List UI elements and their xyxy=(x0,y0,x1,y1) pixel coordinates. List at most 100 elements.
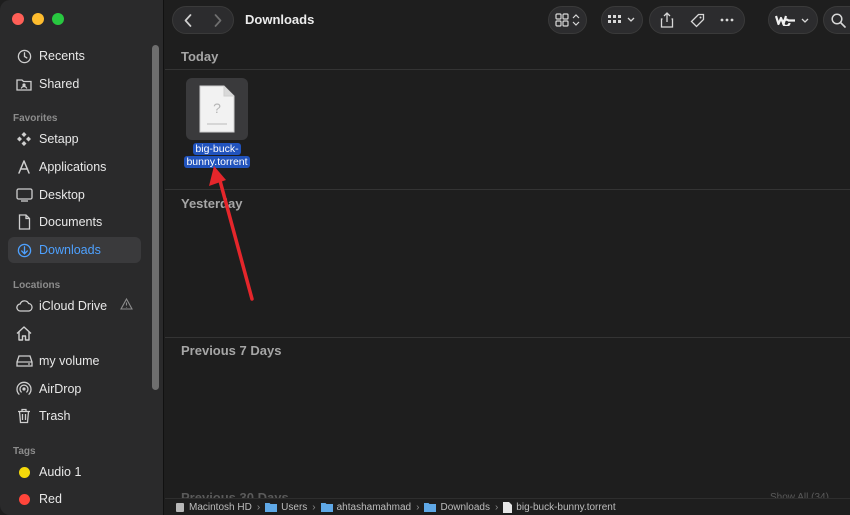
back-button[interactable] xyxy=(173,7,203,33)
sidebar-item-label: Setapp xyxy=(39,132,79,146)
sidebar-item-icloud-drive[interactable]: iCloud Drive xyxy=(8,293,141,319)
path-crumb-downloads[interactable]: Downloads xyxy=(424,501,490,513)
svg-text:?: ? xyxy=(213,100,221,116)
sidebar: Recents Shared Favorites Setapp Applicat… xyxy=(0,0,164,515)
path-crumb-users[interactable]: Users xyxy=(265,502,307,513)
tags-section-label: Tags xyxy=(13,446,36,457)
ellipsis-icon xyxy=(720,18,734,22)
yellow-tag-icon xyxy=(18,466,30,478)
share-icon xyxy=(660,12,674,28)
search-icon xyxy=(831,12,846,28)
crumb-label: Users xyxy=(281,501,308,513)
crumb-label: big-buck-bunny.torrent xyxy=(516,501,616,513)
zoom-window-button[interactable] xyxy=(52,13,64,25)
file-name[interactable]: big-buck- bunny.torrent xyxy=(180,143,254,169)
shared-folder-icon xyxy=(15,75,33,93)
sidebar-item-desktop[interactable]: Desktop xyxy=(8,182,141,208)
close-window-button[interactable] xyxy=(12,13,24,25)
sidebar-tag-red[interactable]: Red xyxy=(8,486,141,512)
divider xyxy=(165,189,850,190)
file-browser-content: Today ? big-buck- bunny.torrent Yesterda… xyxy=(165,40,850,505)
sidebar-item-setapp[interactable]: Setapp xyxy=(8,126,141,152)
tag-icon xyxy=(690,13,704,27)
toolbar: Downloads xyxy=(165,0,850,40)
trash-icon xyxy=(15,407,33,425)
folder-icon xyxy=(320,502,333,512)
crumb-label: Macintosh HD xyxy=(189,501,252,513)
divider xyxy=(165,337,850,338)
sidebar-item-label: Desktop xyxy=(39,188,85,202)
cloud-icon xyxy=(15,297,33,315)
share-button[interactable] xyxy=(652,7,682,33)
sidebar-item-downloads[interactable]: Downloads xyxy=(8,237,141,263)
window-title: Downloads xyxy=(245,12,315,27)
sidebar-item-label: iCloud Drive xyxy=(39,299,108,313)
navigation-group xyxy=(172,6,234,34)
tag-color-dot xyxy=(15,463,33,481)
generic-document-icon: ? xyxy=(199,85,235,133)
crumb-label: ahtashamahmad xyxy=(336,501,412,513)
locations-section-label: Locations xyxy=(13,280,61,291)
file-icon xyxy=(503,501,513,513)
path-crumb-macintosh-hd[interactable]: Macintosh HD xyxy=(175,502,252,513)
clock-icon xyxy=(15,47,33,65)
crumb-label: Downloads xyxy=(440,501,490,513)
document-icon xyxy=(15,213,33,231)
search-button[interactable] xyxy=(823,6,850,34)
view-mode-button[interactable] xyxy=(548,6,587,34)
finder-window: Recents Shared Favorites Setapp Applicat… xyxy=(0,0,850,515)
hard-drive-icon xyxy=(175,502,185,513)
sidebar-item-documents[interactable]: Documents xyxy=(8,209,141,235)
drive-icon xyxy=(15,352,33,370)
sidebar-item-label: Applications xyxy=(39,160,107,174)
sidebar-item-label: Downloads xyxy=(39,243,101,257)
sidebar-item-airdrop[interactable]: AirDrop xyxy=(8,376,141,402)
desktop-icon xyxy=(15,186,33,204)
sidebar-scrollbar[interactable] xyxy=(152,45,159,390)
red-tag-icon xyxy=(18,493,30,505)
warning-icon xyxy=(120,297,133,313)
sidebar-item-label: Documents xyxy=(39,215,103,229)
file-name-line: bunny.torrent xyxy=(184,156,250,168)
path-crumb-file[interactable]: big-buck-bunny.torrent xyxy=(503,501,616,513)
path-bar: Macintosh HD › Users › ahtashamahmad › D… xyxy=(165,498,850,515)
sidebar-item-shared[interactable]: Shared xyxy=(8,71,141,97)
downloads-icon xyxy=(15,241,33,259)
file-thumbnail: ? xyxy=(186,78,248,140)
folder-icon xyxy=(265,502,278,512)
sidebar-item-label: AirDrop xyxy=(39,382,82,396)
path-separator-icon: › xyxy=(312,501,316,513)
sidebar-item-home[interactable] xyxy=(8,320,141,346)
file-item[interactable]: ? big-buck- bunny.torrent xyxy=(180,78,254,169)
path-separator-icon: › xyxy=(256,501,261,513)
more-actions-button[interactable] xyxy=(712,7,742,33)
tag-color-dot xyxy=(15,490,33,508)
folder-icon xyxy=(424,502,437,512)
actions-group xyxy=(649,6,745,34)
favorites-section-label: Favorites xyxy=(13,113,58,124)
sidebar-item-recents[interactable]: Recents xyxy=(8,43,141,69)
tag-button[interactable] xyxy=(682,7,712,33)
sidebar-tag-audio-1[interactable]: Audio 1 xyxy=(8,459,141,485)
group-header-today: Today xyxy=(181,49,219,64)
forward-button[interactable] xyxy=(203,7,233,33)
path-crumb-user-home[interactable]: ahtashamahmad xyxy=(320,501,412,513)
airdrop-icon xyxy=(15,380,33,398)
group-by-button[interactable] xyxy=(601,6,643,34)
sidebar-item-trash[interactable]: Trash xyxy=(8,403,141,429)
icon-grid-view-icon xyxy=(554,13,579,27)
path-separator-icon: › xyxy=(416,501,420,513)
chevron-left-icon xyxy=(184,13,192,27)
group-header-yesterday: Yesterday xyxy=(181,196,243,211)
wetransfer-extension-button[interactable] xyxy=(768,6,818,34)
applications-icon xyxy=(15,158,33,176)
sidebar-item-label: Audio 1 xyxy=(39,465,82,479)
home-icon xyxy=(15,324,33,342)
path-separator-icon: › xyxy=(494,501,499,513)
sidebar-item-label: Red xyxy=(39,492,62,506)
sidebar-item-label: Trash xyxy=(39,409,71,423)
file-name-line: big-buck- xyxy=(193,143,241,155)
minimize-window-button[interactable] xyxy=(32,13,44,25)
sidebar-item-applications[interactable]: Applications xyxy=(8,154,141,180)
sidebar-item-my-volume[interactable]: my volume xyxy=(8,348,141,374)
